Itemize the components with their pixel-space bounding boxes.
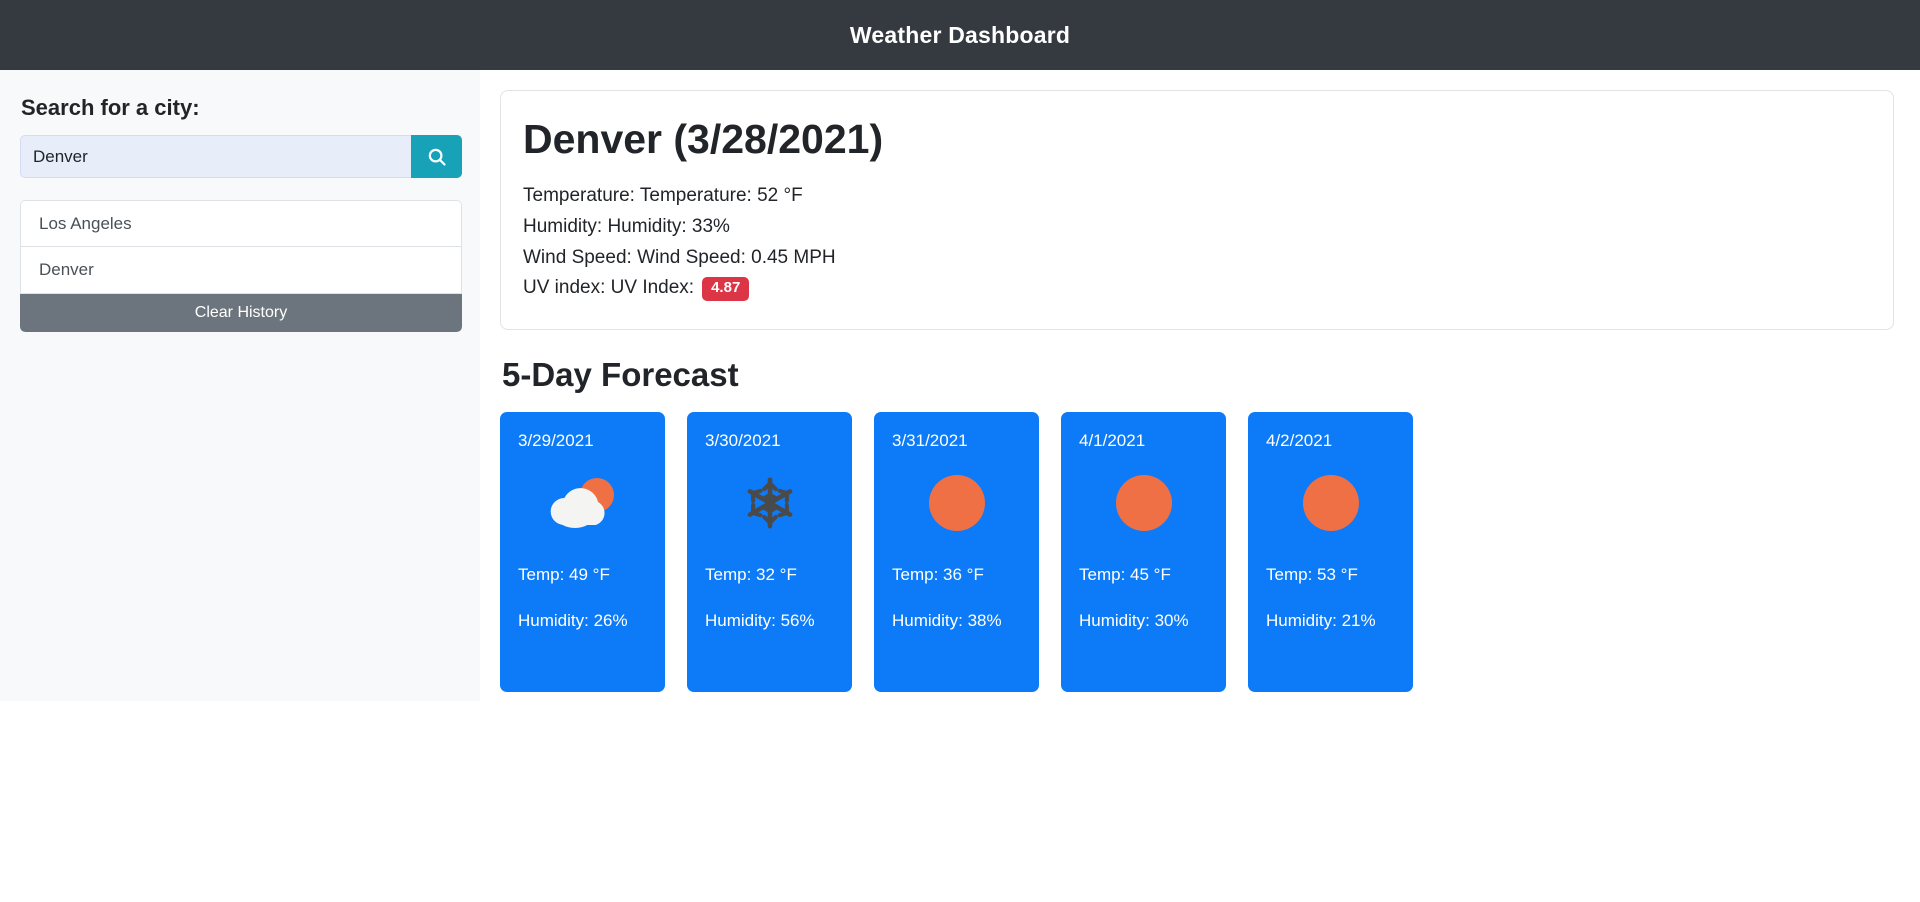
uv-index-label: UV index: UV Index: (523, 277, 695, 299)
partly-cloudy-icon (518, 455, 647, 551)
main-content: Denver (3/28/2021) Temperature: Temperat… (480, 70, 1920, 692)
forecast-card-2: 3/31/2021 Temp: 36 °F Humidity: 38% (874, 412, 1039, 692)
forecast-date: 3/29/2021 (518, 431, 594, 450)
clear-history-button[interactable]: Clear History (20, 294, 462, 333)
forecast-temp: Temp: 32 °F (705, 565, 797, 584)
forecast-card-0: 3/29/2021 Temp: 49 °F Humidity: 26% (500, 412, 665, 692)
search-history-list: Los Angeles Denver Clear History (20, 200, 462, 333)
uv-index-badge: 4.87 (702, 277, 750, 301)
search-sidebar: Search for a city: Los Angeles Denver Cl… (0, 70, 480, 701)
sun-icon (892, 455, 1021, 551)
forecast-date: 4/1/2021 (1079, 431, 1146, 450)
history-item-label: Los Angeles (39, 213, 132, 233)
snowflake-icon (705, 455, 834, 551)
forecast-date: 3/30/2021 (705, 431, 781, 450)
forecast-date: 4/2/2021 (1266, 431, 1333, 450)
app-header: Weather Dashboard (0, 0, 1920, 70)
forecast-card-3: 4/1/2021 Temp: 45 °F Humidity: 30% (1061, 412, 1226, 692)
history-item-1[interactable]: Denver (20, 247, 462, 295)
page-body: Search for a city: Los Angeles Denver Cl… (0, 70, 1920, 701)
search-icon (426, 146, 448, 168)
forecast-humidity: Humidity: 21% (1266, 611, 1376, 630)
sun-icon (1079, 455, 1208, 551)
forecast-title: 5-Day Forecast (502, 356, 739, 393)
forecast-card-1: 3/30/2021 Temp: 32 °F Humidity: 56% (687, 412, 852, 692)
forecast-temp: Temp: 53 °F (1266, 565, 1358, 584)
current-wind-speed: Wind Speed: Wind Speed: 0.45 MPH (523, 246, 836, 268)
forecast-temp: Temp: 45 °F (1079, 565, 1171, 584)
forecast-temp: Temp: 36 °F (892, 565, 984, 584)
page-title: Weather Dashboard (849, 21, 1071, 48)
forecast-temp: Temp: 49 °F (518, 565, 610, 584)
forecast-date: 3/31/2021 (892, 431, 968, 450)
history-item-label: Denver (39, 260, 94, 280)
current-weather-card: Denver (3/28/2021) Temperature: Temperat… (500, 90, 1894, 330)
current-city-heading: Denver (3/28/2021) (523, 116, 884, 162)
search-row (20, 135, 462, 179)
forecast-row: 3/29/2021 Temp: 49 °F Humidity: 26% 3/30… (500, 412, 1894, 692)
history-item-0[interactable]: Los Angeles (20, 200, 462, 248)
forecast-humidity: Humidity: 26% (518, 611, 628, 630)
current-uv-index: UV index: UV Index: 4.87 (523, 273, 1871, 304)
search-input[interactable] (20, 135, 411, 179)
forecast-humidity: Humidity: 56% (705, 611, 815, 630)
current-temperature: Temperature: Temperature: 52 °F (523, 185, 803, 207)
forecast-humidity: Humidity: 30% (1079, 611, 1189, 630)
sun-icon (1266, 455, 1395, 551)
search-button[interactable] (411, 135, 462, 179)
search-label: Search for a city: (21, 95, 200, 120)
forecast-card-4: 4/2/2021 Temp: 53 °F Humidity: 21% (1248, 412, 1413, 692)
forecast-humidity: Humidity: 38% (892, 611, 1002, 630)
current-humidity: Humidity: Humidity: 33% (523, 215, 730, 237)
